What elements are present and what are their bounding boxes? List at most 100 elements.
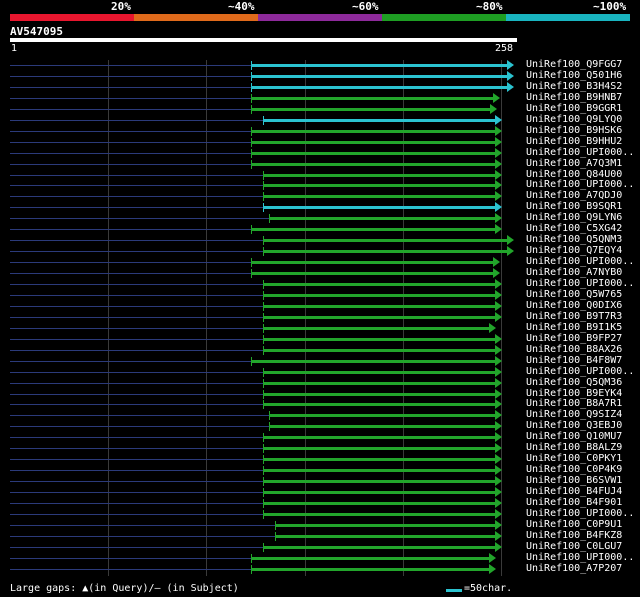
- hit-label[interactable]: UniRef100_Q9LYQ0: [526, 114, 622, 125]
- unaligned-segment: [10, 394, 263, 395]
- hit-arrow-icon: [493, 268, 500, 278]
- hit-aligned-bar: [263, 283, 495, 286]
- unaligned-segment: [10, 372, 263, 373]
- hit-aligned-bar: [263, 250, 507, 253]
- unaligned-segment: [10, 503, 263, 504]
- hit-label[interactable]: UniRef100_A7P207: [526, 563, 622, 574]
- hit-aligned-bar: [251, 261, 493, 264]
- hit-arrow-icon: [489, 553, 496, 563]
- hit-label[interactable]: UniRef100_UPI000..: [526, 147, 634, 158]
- hit-label[interactable]: UniRef100_B6SVW1: [526, 475, 622, 486]
- hit-aligned-bar: [251, 228, 495, 231]
- hit-arrow-icon: [495, 224, 502, 234]
- unaligned-segment: [10, 142, 251, 143]
- unaligned-segment: [10, 207, 263, 208]
- hit-label[interactable]: UniRef100_B4F8W7: [526, 355, 622, 366]
- hit-label[interactable]: UniRef100_B4F901: [526, 497, 622, 508]
- hit-label[interactable]: UniRef100_UPI000..: [526, 366, 634, 377]
- unaligned-segment: [10, 120, 263, 121]
- hit-label[interactable]: UniRef100_Q5QM36: [526, 377, 622, 388]
- hit-label[interactable]: UniRef100_Q5QNM3: [526, 234, 622, 245]
- hit-label[interactable]: UniRef100_Q501H6: [526, 70, 622, 81]
- hit-label[interactable]: UniRef100_Q5W765: [526, 289, 622, 300]
- hit-label[interactable]: UniRef100_UPI000..: [526, 552, 634, 563]
- hit-arrow-icon: [495, 454, 502, 464]
- hit-arrow-icon: [495, 399, 502, 409]
- hit-label[interactable]: UniRef100_Q9LYN6: [526, 212, 622, 223]
- hit-label[interactable]: UniRef100_B9T7R3: [526, 311, 622, 322]
- hit-label[interactable]: UniRef100_B9HSK6: [526, 125, 622, 136]
- hit-arrow-icon: [495, 531, 502, 541]
- hit-label[interactable]: UniRef100_B4FUJ4: [526, 486, 622, 497]
- unaligned-segment: [10, 131, 251, 132]
- hit-label[interactable]: UniRef100_B9HNB7: [526, 92, 622, 103]
- hit-label[interactable]: UniRef100_UPI000..: [526, 508, 634, 519]
- hit-label[interactable]: UniRef100_B9FP27: [526, 333, 622, 344]
- unaligned-segment: [10, 98, 251, 99]
- hit-arrow-icon: [495, 421, 502, 431]
- unaligned-segment: [10, 459, 263, 460]
- unaligned-segment: [10, 415, 269, 416]
- hit-label[interactable]: UniRef100_Q7EQY4: [526, 245, 622, 256]
- hit-label[interactable]: UniRef100_B8AX26: [526, 344, 622, 355]
- hit-aligned-bar: [263, 184, 495, 187]
- hit-arrow-icon: [495, 498, 502, 508]
- hit-label[interactable]: UniRef100_C0P4K9: [526, 464, 622, 475]
- hit-aligned-bar: [251, 75, 507, 78]
- hit-label[interactable]: UniRef100_C5XG42: [526, 223, 622, 234]
- hit-arrow-icon: [495, 180, 502, 190]
- hit-arrow-icon: [495, 367, 502, 377]
- hit-label[interactable]: UniRef100_Q10MU7: [526, 431, 622, 442]
- unaligned-segment: [10, 87, 251, 88]
- hit-arrow-icon: [495, 137, 502, 147]
- hit-label[interactable]: UniRef100_B9HHU2: [526, 136, 622, 147]
- hit-label[interactable]: UniRef100_UPI000..: [526, 179, 634, 190]
- unaligned-segment: [10, 218, 269, 219]
- hit-label[interactable]: UniRef100_B9I1K5: [526, 322, 622, 333]
- hit-row[interactable]: UniRef100_A7P207: [0, 563, 640, 575]
- hit-aligned-bar: [263, 371, 495, 374]
- unaligned-segment: [10, 229, 251, 230]
- unaligned-segment: [10, 109, 251, 110]
- hit-aligned-bar: [269, 217, 495, 220]
- unaligned-segment: [10, 426, 269, 427]
- unaligned-segment: [10, 448, 263, 449]
- hit-arrow-icon: [495, 509, 502, 519]
- hit-aligned-bar: [251, 141, 495, 144]
- hit-aligned-bar: [263, 338, 495, 341]
- hit-arrow-icon: [507, 235, 514, 245]
- hit-label[interactable]: UniRef100_C0P9U1: [526, 519, 622, 530]
- query-end-label: 258: [495, 43, 514, 54]
- hit-label[interactable]: UniRef100_C0PKY1: [526, 453, 622, 464]
- hit-label[interactable]: UniRef100_B9SQR1: [526, 201, 622, 212]
- hit-label[interactable]: UniRef100_UPI000..: [526, 278, 634, 289]
- unaligned-segment: [10, 514, 263, 515]
- scale-legend-text: =50char.: [464, 583, 513, 594]
- hit-label[interactable]: UniRef100_B8ALZ9: [526, 442, 622, 453]
- hit-label[interactable]: UniRef100_B9GGR1: [526, 103, 622, 114]
- hit-arrow-icon: [495, 443, 502, 453]
- hit-aligned-bar: [263, 546, 495, 549]
- hit-arrow-icon: [495, 301, 502, 311]
- hit-aligned-bar: [251, 557, 489, 560]
- hit-label[interactable]: UniRef100_Q3EBJ0: [526, 420, 622, 431]
- hit-aligned-bar: [251, 568, 489, 571]
- hit-label[interactable]: UniRef100_A7QDJ0: [526, 190, 622, 201]
- hit-label[interactable]: UniRef100_B3H4S2: [526, 81, 622, 92]
- hit-label[interactable]: UniRef100_B8A7R1: [526, 398, 622, 409]
- hit-label[interactable]: UniRef100_Q9SIZ4: [526, 409, 622, 420]
- hit-label[interactable]: UniRef100_A7Q3M1: [526, 158, 622, 169]
- unaligned-segment: [10, 185, 263, 186]
- hit-aligned-bar: [251, 152, 495, 155]
- hit-aligned-bar: [263, 327, 489, 330]
- hit-label[interactable]: UniRef100_A7NYB0: [526, 267, 622, 278]
- identity-tick-label: ~100%: [593, 0, 627, 13]
- hit-arrow-icon: [495, 170, 502, 180]
- hit-label[interactable]: UniRef100_Q9FGG7: [526, 59, 622, 70]
- hit-label[interactable]: UniRef100_Q0DIX6: [526, 300, 622, 311]
- hit-label[interactable]: UniRef100_UPI000..: [526, 256, 634, 267]
- hit-label[interactable]: UniRef100_B4FKZ8: [526, 530, 622, 541]
- hit-label[interactable]: UniRef100_C0LGU7: [526, 541, 622, 552]
- identity-segment-5: [506, 14, 630, 21]
- unaligned-segment: [10, 295, 263, 296]
